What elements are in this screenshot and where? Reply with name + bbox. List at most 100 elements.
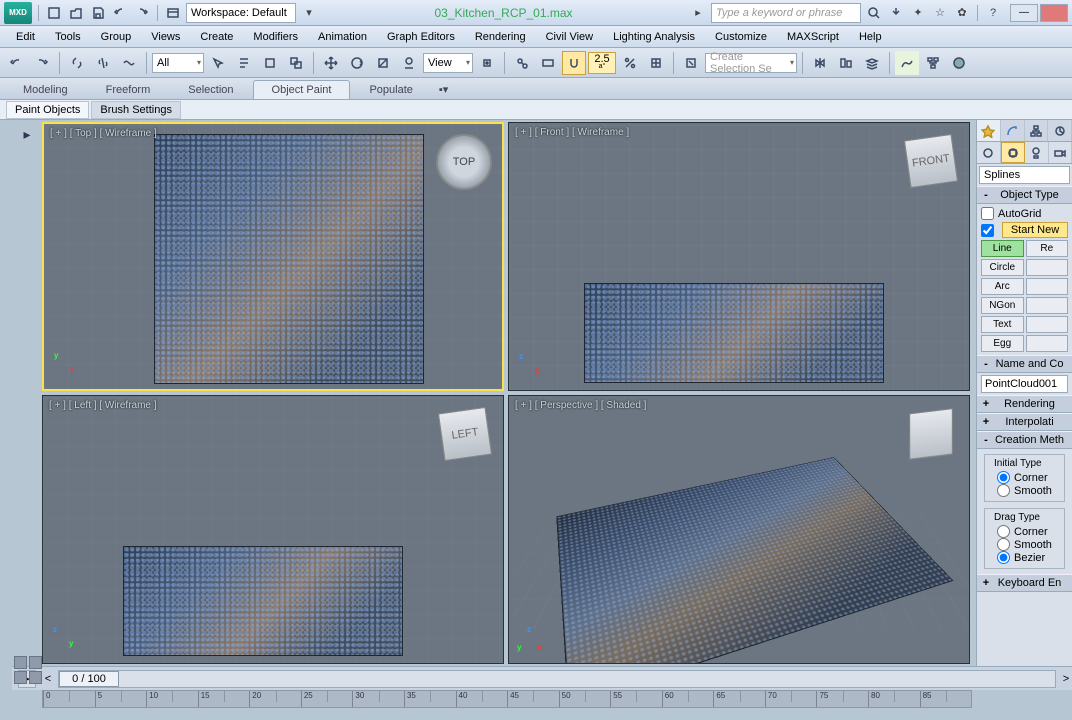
spinner-snap-icon[interactable] xyxy=(644,51,668,75)
modify-tab-icon[interactable] xyxy=(1001,120,1025,141)
spline-rectangle-button[interactable]: Re xyxy=(1026,240,1069,257)
drag-smooth-radio[interactable] xyxy=(997,538,1010,551)
drag-corner-radio[interactable] xyxy=(997,525,1010,538)
selection-filter[interactable]: All xyxy=(152,53,204,73)
snap-toggle-icon[interactable] xyxy=(562,51,586,75)
spline-line-button[interactable]: Line xyxy=(981,240,1024,257)
workspace-dropdown-icon[interactable]: ▾ xyxy=(300,4,318,22)
spline-text-button[interactable]: Text xyxy=(981,316,1024,333)
help-icon[interactable]: ? xyxy=(984,4,1002,22)
menu-modifiers[interactable]: Modifiers xyxy=(243,28,308,46)
move-icon[interactable] xyxy=(319,51,343,75)
initial-corner-radio[interactable] xyxy=(997,471,1010,484)
ribbon-tab-selection[interactable]: Selection xyxy=(169,80,252,99)
menu-tools[interactable]: Tools xyxy=(45,28,91,46)
viewport-layout-icon[interactable] xyxy=(14,656,44,686)
pivot-center-icon[interactable] xyxy=(475,51,499,75)
viewport-perspective[interactable]: [ + ] [ Perspective ] [ Shaded ] x y z xyxy=(508,395,970,664)
undo-button[interactable] xyxy=(4,51,28,75)
rollout-keyboard-entry[interactable]: +Keyboard En xyxy=(977,574,1072,592)
sign-in-icon[interactable] xyxy=(887,4,905,22)
workspace-selector[interactable]: Workspace: Default xyxy=(186,3,296,23)
start-new-shape-button[interactable]: Start New xyxy=(1002,222,1068,238)
placement-icon[interactable] xyxy=(397,51,421,75)
keyboard-shortcut-icon[interactable] xyxy=(536,51,560,75)
favorite-icon[interactable]: ☆ xyxy=(931,4,949,22)
spline-star-button[interactable] xyxy=(1026,297,1069,314)
project-icon[interactable] xyxy=(164,4,182,22)
spline-arc-button[interactable]: Arc xyxy=(981,278,1024,295)
manipulate-icon[interactable] xyxy=(510,51,534,75)
rollout-interpolation[interactable]: +Interpolati xyxy=(977,413,1072,431)
startnew-checkbox[interactable] xyxy=(981,224,994,237)
unlink-icon[interactable] xyxy=(91,51,115,75)
time-slider-track[interactable]: 0 / 100 xyxy=(58,670,1056,688)
subtab-paint-objects[interactable]: Paint Objects xyxy=(6,101,89,119)
scale-icon[interactable] xyxy=(371,51,395,75)
select-object-icon[interactable] xyxy=(206,51,230,75)
timeline-ruler[interactable]: 0510152025303540455055606570758085 xyxy=(42,690,972,708)
viewport-left[interactable]: [ + ] [ Left ] [ Wireframe ] LEFT y z xyxy=(42,395,504,664)
hierarchy-tab-icon[interactable] xyxy=(1025,120,1049,141)
undo-icon[interactable] xyxy=(111,4,129,22)
ribbon-tab-object-paint[interactable]: Object Paint xyxy=(253,80,351,99)
new-file-icon[interactable] xyxy=(45,4,63,22)
spline-helix-button[interactable] xyxy=(1026,316,1069,333)
menu-maxscript[interactable]: MAXScript xyxy=(777,28,849,46)
select-by-name-icon[interactable] xyxy=(232,51,256,75)
ribbon-tab-populate[interactable]: Populate xyxy=(350,80,431,99)
communication-icon[interactable]: ✿ xyxy=(953,4,971,22)
layers-icon[interactable] xyxy=(860,51,884,75)
curve-editor-icon[interactable] xyxy=(895,51,919,75)
mirror-icon[interactable] xyxy=(808,51,832,75)
category-dropdown[interactable]: Splines xyxy=(979,166,1070,184)
shapes-cat-icon[interactable] xyxy=(1001,142,1026,163)
spline-donut-button[interactable] xyxy=(1026,278,1069,295)
menu-help[interactable]: Help xyxy=(849,28,892,46)
time-slider-thumb[interactable]: 0 / 100 xyxy=(59,671,119,687)
viewcube-top[interactable]: TOP xyxy=(436,134,492,190)
motion-tab-icon[interactable] xyxy=(1048,120,1072,141)
time-slider-next[interactable]: > xyxy=(1060,673,1072,685)
viewport-top[interactable]: [ + ] [ Top ] [ Wireframe ] TOP x y xyxy=(42,122,504,391)
menu-group[interactable]: Group xyxy=(91,28,142,46)
spline-ngon-button[interactable]: NGon xyxy=(981,297,1024,314)
menu-create[interactable]: Create xyxy=(190,28,243,46)
menu-customize[interactable]: Customize xyxy=(705,28,777,46)
spline-egg-button[interactable]: Egg xyxy=(981,335,1024,352)
cameras-cat-icon[interactable] xyxy=(1049,142,1072,163)
minimize-button[interactable]: — xyxy=(1010,4,1038,22)
redo-icon[interactable] xyxy=(133,4,151,22)
named-selection-edit-icon[interactable] xyxy=(679,51,703,75)
menu-lighting-analysis[interactable]: Lighting Analysis xyxy=(603,28,705,46)
object-name-input[interactable]: PointCloud001 xyxy=(981,375,1068,393)
schematic-view-icon[interactable] xyxy=(921,51,945,75)
link-icon[interactable] xyxy=(65,51,89,75)
menu-edit[interactable]: Edit xyxy=(6,28,45,46)
menu-civil-view[interactable]: Civil View xyxy=(536,28,603,46)
geometry-cat-icon[interactable] xyxy=(977,142,1001,163)
search-icon[interactable] xyxy=(865,4,883,22)
ribbon-overflow-icon[interactable]: ▪▾ xyxy=(432,79,455,99)
autogrid-checkbox[interactable] xyxy=(981,207,994,220)
rotate-icon[interactable] xyxy=(345,51,369,75)
ref-coord-system[interactable]: View xyxy=(423,53,473,73)
bind-spacewarp-icon[interactable] xyxy=(117,51,141,75)
menu-rendering[interactable]: Rendering xyxy=(465,28,536,46)
subtab-brush-settings[interactable]: Brush Settings xyxy=(91,101,181,119)
window-crossing-icon[interactable] xyxy=(284,51,308,75)
select-region-rect-icon[interactable] xyxy=(258,51,282,75)
menu-views[interactable]: Views xyxy=(141,28,190,46)
app-logo[interactable]: MXD xyxy=(4,2,32,24)
close-button[interactable] xyxy=(1040,4,1068,22)
viewcube-perspective[interactable] xyxy=(909,408,953,460)
redo-button[interactable] xyxy=(30,51,54,75)
spline-ellipse-button[interactable] xyxy=(1026,259,1069,276)
search-input[interactable]: Type a keyword or phrase xyxy=(711,3,861,23)
rollout-object-type[interactable]: -Object Type xyxy=(977,186,1072,204)
infocenter-left-icon[interactable]: ▸ xyxy=(689,4,707,22)
drag-bezier-radio[interactable] xyxy=(997,551,1010,564)
exchange-icon[interactable]: ✦ xyxy=(909,4,927,22)
align-icon[interactable] xyxy=(834,51,858,75)
ribbon-tab-modeling[interactable]: Modeling xyxy=(4,80,87,99)
